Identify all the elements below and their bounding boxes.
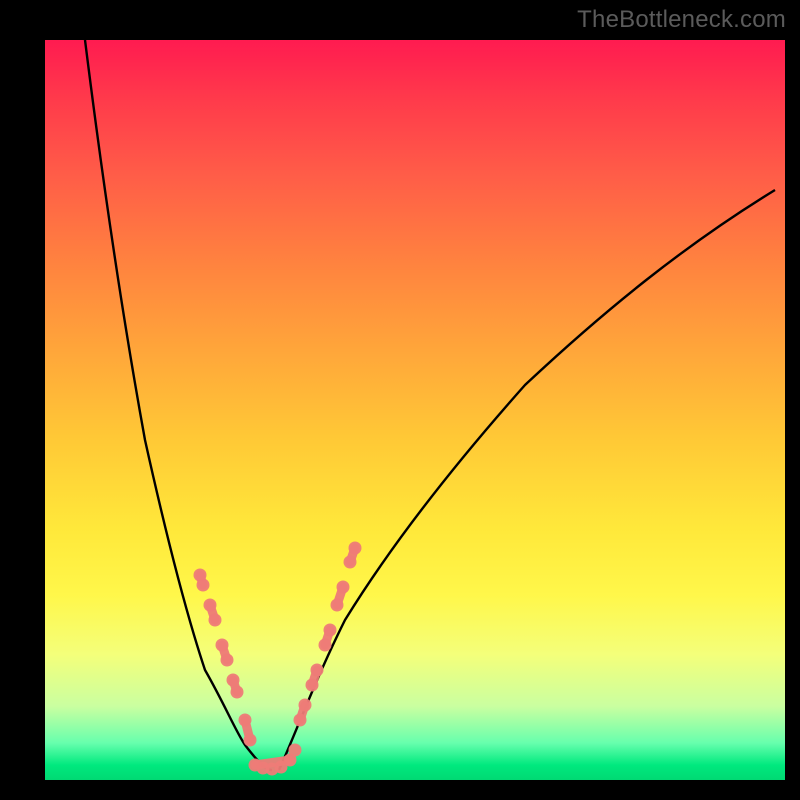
bottom-dot-cluster [249, 744, 302, 776]
plot-svg [45, 40, 785, 780]
chart-stage: TheBottleneck.com [0, 0, 800, 800]
right-curve [279, 190, 775, 770]
left-dot-cluster [194, 569, 257, 747]
right-dot-cluster [294, 542, 362, 727]
plot-area [45, 40, 785, 780]
watermark-label: TheBottleneck.com [577, 6, 786, 34]
left-curve [85, 40, 272, 770]
